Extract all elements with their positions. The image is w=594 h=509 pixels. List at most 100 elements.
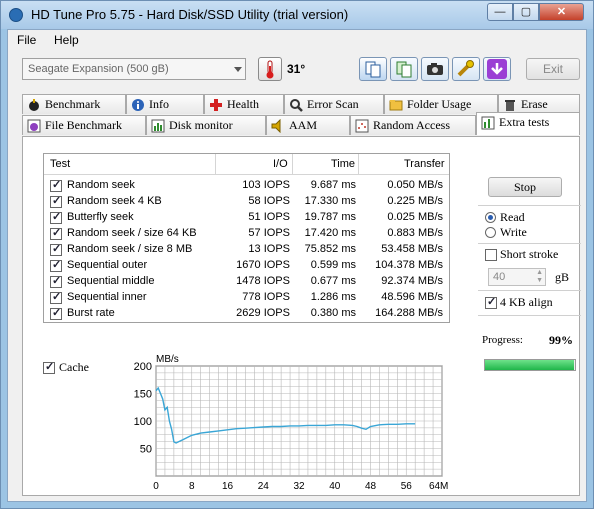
temperature-button[interactable] <box>258 57 282 81</box>
read-radio[interactable] <box>485 212 496 223</box>
y-tick-label: 50 <box>140 444 152 456</box>
copy-screenshot-button[interactable] <box>390 57 418 81</box>
tab-random-access[interactable]: Random Access <box>350 115 476 135</box>
tab-label: Health <box>227 97 259 111</box>
app-window: HD Tune Pro 5.75 - Hard Disk/SSD Utility… <box>0 0 594 509</box>
column-divider <box>292 154 293 175</box>
test-checkbox[interactable] <box>50 178 62 192</box>
time-value: 0.599 ms <box>310 259 356 271</box>
table-row: Random seek 103 IOPS 9.687 ms 0.050 MB/s <box>44 178 449 194</box>
table-row: Random seek / size 64 KB 57 IOPS 17.420 ms… <box>44 226 449 242</box>
column-divider <box>215 154 216 175</box>
trash-icon <box>505 100 515 111</box>
column-divider <box>358 154 359 175</box>
divider <box>478 290 581 291</box>
tab-label: AAM <box>289 118 318 132</box>
test-checkbox[interactable] <box>50 306 62 320</box>
tab-label: Erase <box>521 97 548 111</box>
table-header: Test I/O Time Transfer <box>44 154 449 175</box>
screenshot-button[interactable] <box>421 57 449 81</box>
test-checkbox[interactable] <box>50 290 62 304</box>
time-value: 0.380 ms <box>310 307 356 319</box>
tab-benchmark[interactable]: Benchmark <box>22 94 126 114</box>
maximize-button[interactable]: ▢ <box>513 3 539 21</box>
time-value: 17.420 ms <box>304 227 356 239</box>
transfer-value: 53.458 MB/s <box>381 243 443 255</box>
write-radio[interactable] <box>485 227 496 238</box>
test-checkbox[interactable] <box>50 226 62 240</box>
x-tick-label: 8 <box>189 481 195 492</box>
tab-disk-monitor[interactable]: Disk monitor <box>146 115 266 135</box>
copy-icon <box>365 61 381 78</box>
download-button[interactable] <box>483 57 511 81</box>
x-tick-label: 56 <box>401 481 413 492</box>
temperature-value: 31° <box>287 62 306 76</box>
exit-button[interactable]: Exit <box>526 58 580 80</box>
io-value: 778 IOPS <box>242 291 290 303</box>
transfer-value: 0.883 MB/s <box>387 227 443 239</box>
title-bar[interactable]: HD Tune Pro 5.75 - Hard Disk/SSD Utility… <box>1 1 593 29</box>
time-value: 17.330 ms <box>304 195 356 207</box>
progress-fill <box>485 360 575 370</box>
tab-erase[interactable]: Erase <box>498 94 580 114</box>
menu-help[interactable]: Help <box>54 33 79 47</box>
column-transfer[interactable]: Transfer <box>404 158 445 170</box>
time-value: 1.286 ms <box>310 291 356 303</box>
app-icon <box>9 8 23 22</box>
results-table: Test I/O Time Transfer Random seek 103 IO… <box>43 153 450 323</box>
column-time[interactable]: Time <box>331 158 355 170</box>
transfer-value: 48.596 MB/s <box>381 291 443 303</box>
tab-info[interactable]: Info <box>126 94 204 114</box>
table-row: Butterfly seek 51 IOPS 19.787 ms 0.025 MB/s <box>44 210 449 226</box>
spinner-arrows-icon[interactable]: ▲ ▼ <box>536 269 543 285</box>
copy-text-button[interactable] <box>359 57 387 81</box>
test-checkbox[interactable] <box>50 210 62 224</box>
menu-file[interactable]: File <box>17 33 36 47</box>
drive-select[interactable]: Seagate Expansion (500 gB) <box>22 58 246 80</box>
x-tick-label: 24 <box>258 481 270 492</box>
tab-file-benchmark[interactable]: File Benchmark <box>22 115 146 135</box>
window-title: HD Tune Pro 5.75 - Hard Disk/SSD Utility… <box>31 7 349 22</box>
menu-bar: File Help <box>8 30 586 50</box>
align-checkbox[interactable] <box>485 295 497 309</box>
tab-extra-tests[interactable]: Extra tests <box>476 112 580 135</box>
progress-value: 99% <box>549 333 573 347</box>
tab-aam[interactable]: AAM <box>266 115 350 135</box>
column-io[interactable]: I/O <box>273 158 288 170</box>
tab-folder-usage[interactable]: Folder Usage <box>384 94 498 114</box>
close-button[interactable]: ✕ <box>539 3 584 21</box>
short-stroke-size-value: 40 <box>493 271 506 283</box>
x-tick-label: 16 <box>222 481 234 492</box>
table-row: Sequential outer 1670 IOPS 0.599 ms 104.378… <box>44 258 449 274</box>
health-cross-icon <box>210 99 222 111</box>
options-button[interactable] <box>452 57 480 81</box>
chart-icon <box>481 116 495 130</box>
test-checkbox[interactable] <box>50 274 62 288</box>
tab-label: Error Scan <box>307 97 359 111</box>
chart-svg: 50 100 150 200 MB/s 0 8 16 24 32 40 48 56 64MB <box>134 354 456 492</box>
short-stroke-size-input[interactable]: 40 ▲ ▼ <box>488 268 546 286</box>
tab-health[interactable]: Health <box>204 94 284 114</box>
table-row: Burst rate 2629 IOPS 0.380 ms 164.288 MB/s <box>44 306 449 322</box>
speaker-icon <box>271 119 281 133</box>
test-checkbox[interactable] <box>50 242 62 256</box>
io-value: 57 IOPS <box>248 227 290 239</box>
tab-label: Disk monitor <box>169 118 233 132</box>
client-area: File Help Seagate Expansion (500 gB) 31° <box>7 29 587 502</box>
io-value: 51 IOPS <box>248 211 290 223</box>
stop-button[interactable]: Stop <box>488 177 562 197</box>
table-row: Sequential middle 1478 IOPS 0.677 ms 92.374… <box>44 274 449 290</box>
short-stroke-checkbox[interactable] <box>485 249 497 261</box>
extra-tests-panel: Test I/O Time Transfer Random seek 103 IO… <box>22 136 581 496</box>
test-checkbox[interactable] <box>50 194 62 208</box>
test-checkbox[interactable] <box>50 258 62 272</box>
cache-checkbox[interactable] <box>43 360 55 374</box>
time-value: 75.852 ms <box>304 243 356 255</box>
minimize-button[interactable]: — <box>487 3 513 21</box>
x-tick-label: 40 <box>329 481 341 492</box>
column-test[interactable]: Test <box>50 158 70 170</box>
divider <box>478 205 581 206</box>
wrench-icon <box>457 60 474 77</box>
time-value: 19.787 ms <box>304 211 356 223</box>
tab-error-scan[interactable]: Error Scan <box>284 94 384 114</box>
